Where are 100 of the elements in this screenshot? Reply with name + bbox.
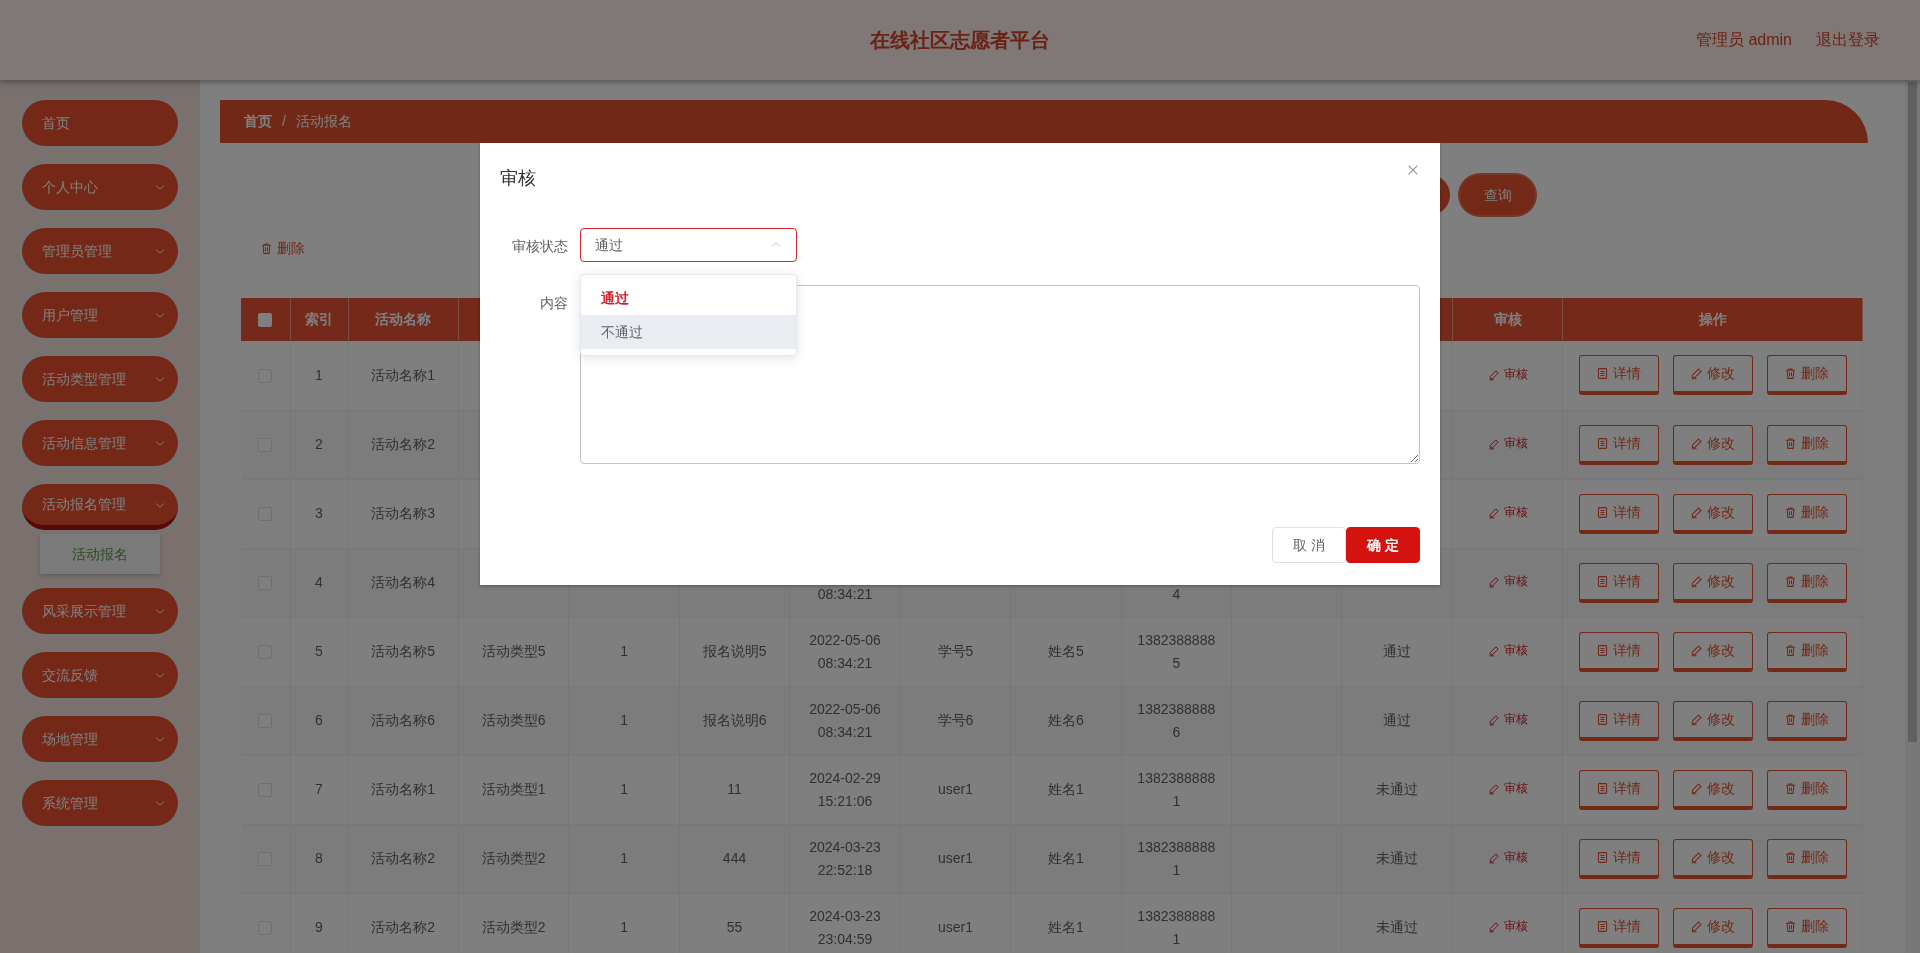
pencil-icon xyxy=(1487,644,1500,657)
table-cell-text: 1 xyxy=(1172,791,1181,811)
pencil-icon xyxy=(1690,436,1704,450)
table-cell-text: 3 xyxy=(315,504,323,523)
logout-link[interactable]: 退出登录 xyxy=(1816,28,1880,52)
table-cell-text: 5 xyxy=(315,642,323,661)
audit-link[interactable]: 审核 xyxy=(1487,777,1528,801)
column-header: 操作 xyxy=(1698,311,1727,327)
edit-button[interactable]: 修改 xyxy=(1672,355,1753,396)
table-cell-text: 2022-05-06 xyxy=(809,699,881,719)
edit-button[interactable]: 修改 xyxy=(1672,700,1753,741)
trash-icon xyxy=(1784,367,1798,381)
submenu-item[interactable]: 活动报名 xyxy=(40,534,160,574)
trash-icon xyxy=(1784,712,1798,726)
detail-button[interactable]: 详情 xyxy=(1578,493,1659,534)
audit-link[interactable]: 审核 xyxy=(1487,915,1528,939)
detail-button[interactable]: 详情 xyxy=(1578,355,1659,396)
table-cell-text: 23:04:59 xyxy=(817,929,873,949)
edit-button[interactable]: 修改 xyxy=(1672,493,1753,534)
close-icon xyxy=(1406,163,1420,177)
table-cell-text: 08:34:21 xyxy=(817,722,873,742)
audit-link[interactable]: 审核 xyxy=(1487,639,1528,663)
document-icon xyxy=(1596,850,1610,864)
trash-icon xyxy=(260,242,273,255)
table-cell-text: 1 xyxy=(620,780,628,799)
close-button[interactable] xyxy=(1406,163,1420,177)
table-cell-text: 活动名称2 xyxy=(371,849,436,868)
edit-button[interactable]: 修改 xyxy=(1672,838,1753,879)
detail-button[interactable]: 详情 xyxy=(1578,769,1659,810)
table-cell-text: 报名说明5 xyxy=(702,642,767,661)
detail-button[interactable]: 详情 xyxy=(1578,907,1659,948)
delete-button[interactable]: 删除 xyxy=(1766,355,1847,396)
breadcrumb-link[interactable]: 活动报名 xyxy=(295,111,352,132)
edit-button[interactable]: 修改 xyxy=(1672,631,1753,672)
table-cell-text: 活动名称1 xyxy=(371,780,436,799)
dropdown-option[interactable]: 不通过 xyxy=(581,315,796,349)
table-cell-text: 活动名称6 xyxy=(371,711,436,730)
table-cell-text: 活动名称2 xyxy=(371,918,436,937)
edit-button[interactable]: 修改 xyxy=(1672,907,1753,948)
delete-button[interactable]: 删除 xyxy=(1766,493,1847,534)
table-cell-text: 08:34:21 xyxy=(817,653,873,673)
pencil-icon xyxy=(1690,850,1704,864)
detail-button[interactable]: 详情 xyxy=(1578,700,1659,741)
audit-link[interactable]: 审核 xyxy=(1487,501,1528,525)
table-cell-text: 4 xyxy=(315,573,323,592)
table-cell-text: 2024-02-29 xyxy=(809,768,881,788)
table-cell-text: 活动名称5 xyxy=(371,642,436,661)
pencil-icon xyxy=(1690,574,1704,588)
query-button[interactable]: 查询 xyxy=(1460,175,1535,215)
delete-button[interactable]: 删除 xyxy=(1766,907,1847,948)
cancel-button[interactable]: 取 消 xyxy=(1272,527,1346,563)
select-all-checkbox[interactable] xyxy=(258,313,273,328)
table-cell-text: 姓名1 xyxy=(1047,849,1084,868)
audit-link[interactable]: 审核 xyxy=(1487,363,1528,386)
edit-button[interactable]: 修改 xyxy=(1672,424,1753,465)
pencil-icon xyxy=(1690,367,1704,381)
delete-button[interactable]: 删除 xyxy=(1766,700,1847,741)
table-cell-text: user1 xyxy=(937,849,973,868)
audit-link[interactable]: 审核 xyxy=(1487,846,1528,870)
table-cell-text: 活动类型5 xyxy=(481,642,546,661)
table-cell-text: 6 xyxy=(315,711,323,730)
table-cell-text: 5 xyxy=(1172,653,1181,673)
audit-link[interactable]: 审核 xyxy=(1487,432,1528,456)
delete-button[interactable]: 删除 xyxy=(1766,631,1847,672)
audit-link[interactable]: 审核 xyxy=(1487,708,1528,732)
detail-button[interactable]: 详情 xyxy=(1578,838,1659,879)
edit-button[interactable]: 修改 xyxy=(1672,562,1753,603)
delete-button[interactable]: 删除 xyxy=(1766,424,1847,465)
delete-button[interactable]: 删除 xyxy=(1766,562,1847,603)
breadcrumb-link[interactable]: 首页 xyxy=(244,111,272,132)
table-cell-text: 报名说明6 xyxy=(702,711,767,730)
document-icon xyxy=(1596,919,1610,933)
table-cell-text: 活动类型1 xyxy=(481,780,546,799)
confirm-button[interactable]: 确 定 xyxy=(1346,527,1420,563)
table-cell-text: 444 xyxy=(722,849,747,868)
detail-button[interactable]: 详情 xyxy=(1578,562,1659,603)
detail-button[interactable]: 详情 xyxy=(1578,424,1659,465)
pencil-icon xyxy=(1487,368,1500,381)
table-cell-text: 活动名称1 xyxy=(371,365,436,385)
table-cell-text: 学号5 xyxy=(937,642,974,661)
scrollbar-thumb[interactable] xyxy=(1908,82,1917,742)
table-cell-text: 通过 xyxy=(1383,711,1412,730)
detail-button[interactable]: 详情 xyxy=(1578,631,1659,672)
table-cell-text: user1 xyxy=(937,780,973,799)
pencil-icon xyxy=(1487,920,1500,933)
dropdown-option[interactable]: 通过 xyxy=(581,281,796,315)
status-select[interactable]: 通过 xyxy=(580,228,797,262)
delete-button[interactable]: 删除 xyxy=(1766,769,1847,810)
pencil-icon xyxy=(1690,712,1704,726)
table-cell-text: 活动类型6 xyxy=(481,711,546,730)
delete-button[interactable]: 删除 xyxy=(1766,838,1847,879)
edit-button[interactable]: 修改 xyxy=(1672,769,1753,810)
pencil-icon xyxy=(1690,919,1704,933)
delete-button[interactable]: 删除 xyxy=(260,238,305,259)
audit-link[interactable]: 审核 xyxy=(1487,570,1528,594)
table-cell-text: 1 xyxy=(1172,929,1181,949)
breadcrumb-separator: / xyxy=(282,112,286,131)
table-cell-text: 1382388888 xyxy=(1137,630,1216,650)
table-cell-text: 未通过 xyxy=(1376,918,1419,937)
document-icon xyxy=(1596,505,1610,519)
